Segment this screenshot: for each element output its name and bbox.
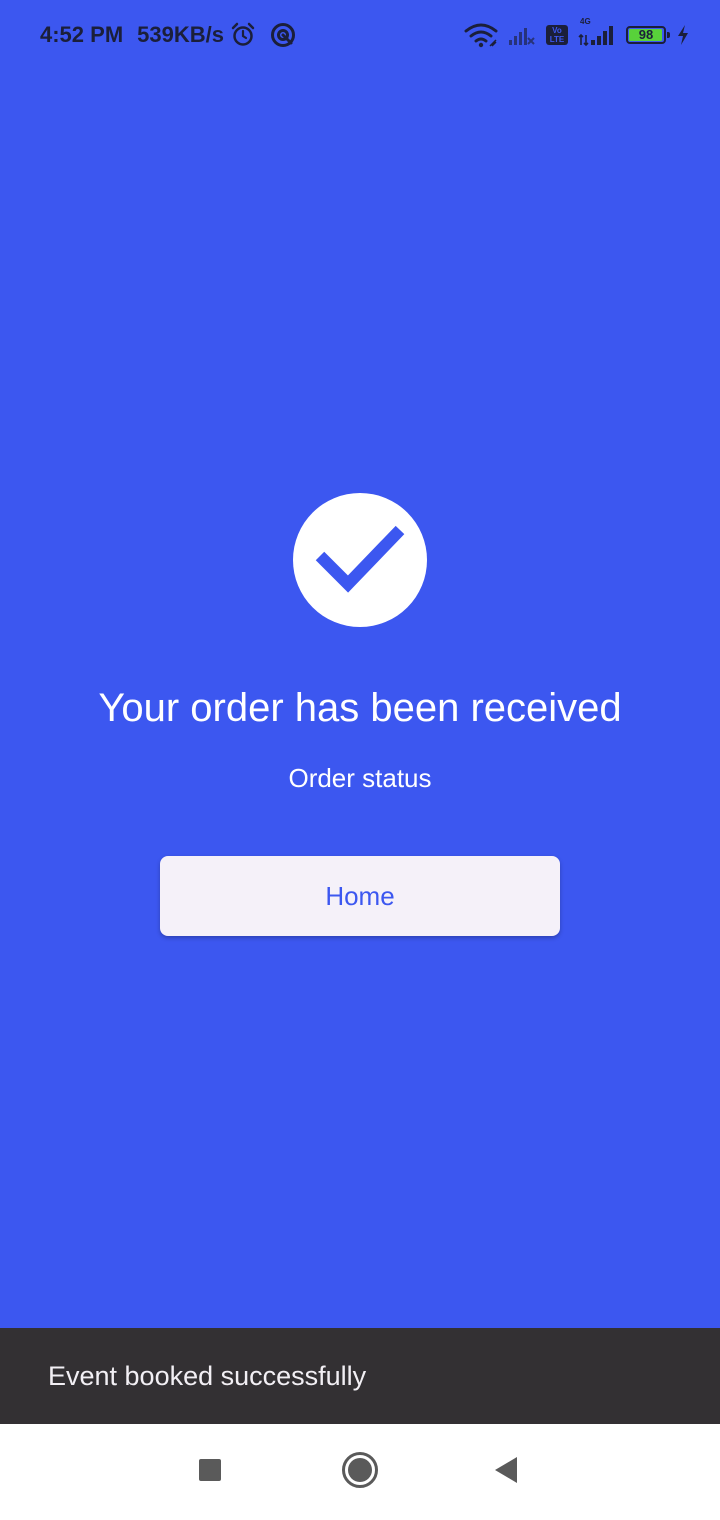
recents-icon [198, 1458, 222, 1487]
network-type-label: 4G [580, 17, 591, 26]
volte-icon: Vo LTE [546, 25, 568, 45]
snackbar-message: Event booked successfully [48, 1361, 367, 1391]
clock: 4:52 PM [40, 22, 124, 47]
back-icon [493, 1456, 519, 1489]
home-button[interactable]: Home [160, 856, 560, 936]
snackbar: Event booked successfully [0, 1328, 720, 1424]
hotspot-icon [270, 22, 296, 48]
net-speed: 539KB/s [137, 22, 224, 47]
status-left: 4:52 PM 539KB/s [40, 20, 296, 50]
order-status-label: Order status [288, 763, 432, 793]
check-icon [312, 520, 408, 601]
home-nav-button[interactable] [336, 1448, 384, 1496]
battery-level: 98 [638, 27, 654, 42]
navigation-bar [0, 1424, 720, 1520]
success-badge [293, 493, 427, 627]
home-circle-icon [341, 1451, 379, 1494]
page-title: Your order has been received [98, 686, 622, 730]
status-bar: 4:52 PM 539KB/s Vo LTE 4G 98 [0, 0, 720, 70]
recents-button[interactable] [186, 1448, 234, 1496]
back-button[interactable] [482, 1448, 530, 1496]
wifi-icon [464, 22, 498, 48]
signal-icon [508, 24, 536, 46]
battery-icon: 98 [626, 26, 670, 44]
status-right: Vo LTE 4G 98 [464, 17, 690, 52]
charging-icon [676, 24, 690, 46]
signal-4g-icon: 4G [578, 17, 616, 47]
alarm-icon [230, 22, 256, 48]
